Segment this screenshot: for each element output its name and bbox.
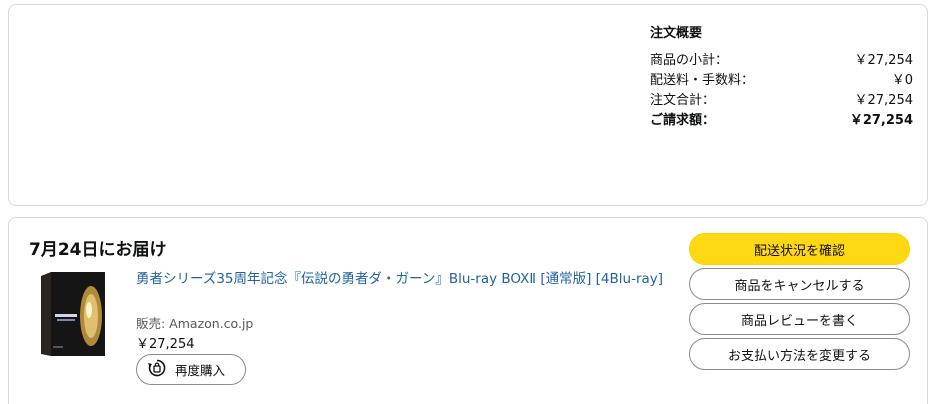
shipment-card: 7月24日にお届け 勇者シリーズ35周年記念『伝説の勇者ダ・ガーン』Blu-ra… (8, 217, 928, 404)
buy-again-label: 再度購入 (175, 363, 226, 378)
change-payment-button[interactable]: お支払い方法を変更する (689, 338, 910, 370)
subtotal-label: 商品の小計： (650, 53, 729, 68)
order-summary: 注文概要 商品の小計： ￥27,254 配送料・手数料： ￥0 注文合計： ￥2… (650, 22, 913, 131)
delivery-date-title: 7月24日にお届け (29, 240, 167, 260)
track-package-button[interactable]: 配送状況を確認 (689, 233, 910, 265)
write-review-button[interactable]: 商品レビューを書く (689, 303, 910, 335)
order-summary-title: 注文概要 (650, 26, 703, 41)
product-price: ￥27,254 (136, 337, 195, 352)
shipping-value: ￥0 (891, 73, 913, 88)
buy-again-button[interactable]: 再度購入 (136, 354, 246, 385)
product-image[interactable] (39, 270, 107, 358)
shipping-label: 配送料・手数料： (650, 73, 755, 88)
order-total-value: ￥27,254 (854, 93, 914, 108)
subtotal-value: ￥27,254 (854, 53, 914, 68)
seller-text: 販売: Amazon.co.jp (136, 316, 254, 331)
order-total-label: 注文合計： (650, 93, 716, 108)
order-total-row: 注文合計： ￥27,254 (650, 91, 913, 111)
product-title-link[interactable]: 勇者シリーズ35周年記念『伝説の勇者ダ・ガーン』Blu-ray BOXⅡ [通常… (136, 269, 666, 290)
buy-again-icon (147, 358, 167, 381)
grand-total-row: ご請求額： ￥27,254 (650, 111, 913, 131)
shipping-row: 配送料・手数料： ￥0 (650, 71, 913, 91)
shipment-actions: 配送状況を確認 商品をキャンセルする 商品レビューを書く お支払い方法を変更する (689, 233, 910, 373)
subtotal-row: 商品の小計： ￥27,254 (650, 51, 913, 71)
cancel-items-button[interactable]: 商品をキャンセルする (689, 268, 910, 300)
order-summary-card: 注文概要 商品の小計： ￥27,254 配送料・手数料： ￥0 注文合計： ￥2… (8, 4, 928, 206)
grand-total-value: ￥27,254 (849, 113, 913, 128)
grand-total-label: ご請求額： (650, 113, 716, 128)
